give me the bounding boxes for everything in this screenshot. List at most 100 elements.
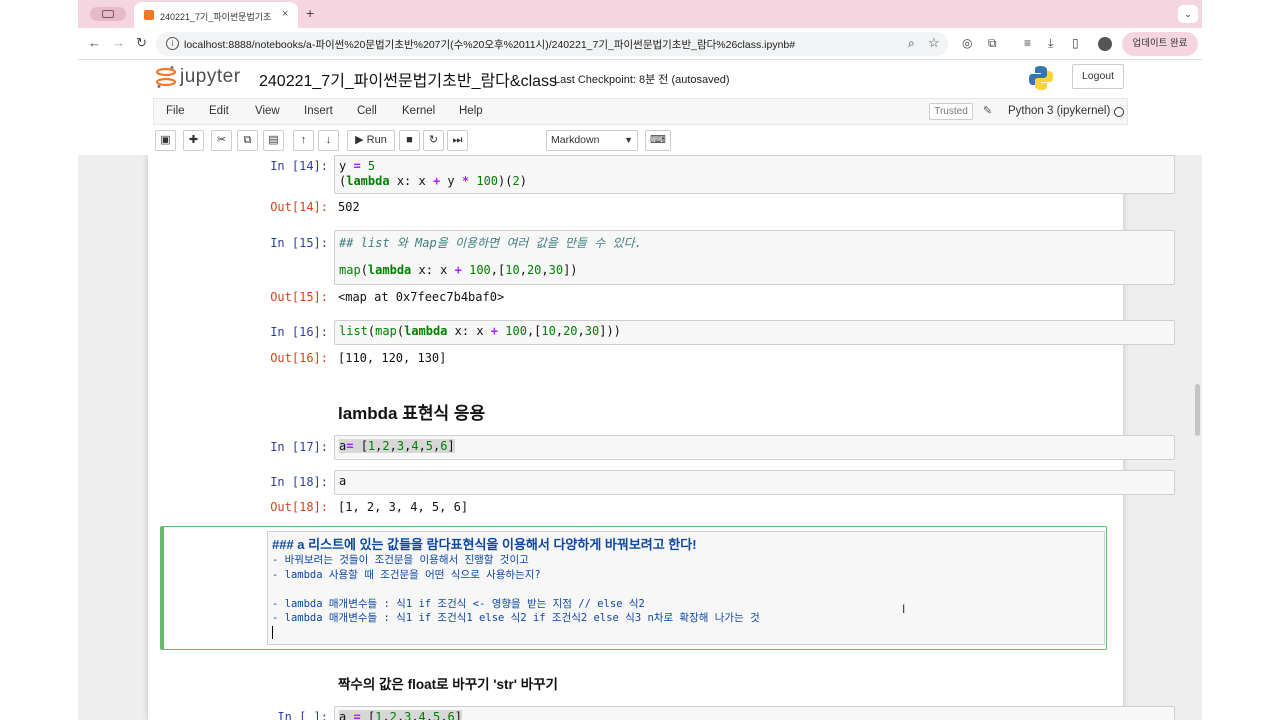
interrupt-button[interactable]: ■ (399, 130, 420, 151)
code-line: y = 5 (339, 159, 376, 173)
download-icon[interactable]: ⤓ (1048, 36, 1053, 51)
copy-button[interactable]: ⧉ (237, 130, 258, 151)
checkpoint-status: Last Checkpoint: 8분 전 (autosaved) (554, 74, 730, 86)
notebook-area: In [14]: y = 5 (lambda x: x + y * 100)(2… (78, 155, 1202, 720)
code-line: list(map(lambda x: x + 100,[10,20,30])) (339, 324, 621, 338)
markdown-subheading[interactable]: 짝수의 값은 float로 바꾸기 'str' 바꾸기 (338, 673, 558, 693)
code-cell-14[interactable]: y = 5 (lambda x: x + y * 100)(2) (334, 155, 1175, 194)
code-cell-16[interactable]: list(map(lambda x: x + 100,[10,20,30])) (334, 320, 1175, 345)
in-prompt: In [ ]: (277, 710, 328, 720)
tab-strip: 240221_7기_파이썬문법기초반_람다... × + ⌄ (78, 0, 1202, 28)
sidebar-toggle-button[interactable] (90, 7, 126, 21)
cell-output: <map at 0x7feec7b4baf0> (338, 290, 505, 304)
cell-output: 502 (338, 200, 360, 214)
menu-cell[interactable]: Cell (357, 105, 377, 117)
code-cell-15[interactable]: ## list 와 Map을 이용하면 여러 값을 만들 수 있다. map(l… (334, 230, 1175, 285)
omnibox[interactable]: i localhost:8888/notebooks/a-파이썬%20문법기초반… (156, 32, 948, 56)
save-icon: ▣ (160, 134, 171, 146)
insert-cell-button[interactable]: ✚ (183, 130, 204, 151)
jupyter-logo-text[interactable]: jupyter (180, 66, 241, 88)
tab-search-icon[interactable]: ⌄ (1178, 5, 1198, 23)
reload-icon[interactable]: ↻ (136, 35, 147, 51)
cell-type-value: Markdown (551, 134, 600, 146)
ibeam-cursor-icon: I (902, 602, 906, 616)
kernel-idle-indicator-icon (1114, 107, 1124, 117)
browser-tab[interactable]: 240221_7기_파이썬문법기초반_람다... × (134, 2, 298, 28)
bookmark-star-icon[interactable]: ☆ (928, 35, 940, 51)
site-info-icon[interactable]: i (166, 37, 179, 50)
cell-type-select[interactable]: Markdown ▼ (546, 130, 638, 151)
jupyter-header: jupyter 240221_7기_파이썬문법기초반_람다&class Last… (78, 60, 1202, 97)
cut-button[interactable]: ✂ (211, 130, 232, 151)
copy-icon: ⧉ (243, 134, 252, 146)
plus-icon: ✚ (188, 134, 199, 146)
code-line: a (339, 474, 347, 488)
markdown-line (272, 582, 1100, 597)
profile-avatar[interactable] (1098, 37, 1112, 51)
save-button[interactable]: ▣ (155, 130, 176, 151)
jupyter-favicon-icon (144, 10, 154, 20)
code-line: a= [1,2,3,4,5,6] (339, 439, 455, 453)
menu-kernel[interactable]: Kernel (402, 105, 435, 117)
markdown-editor[interactable]: ### a 리스트에 있는 값들을 람다표현식을 이용해서 다양하게 바꿔보려고… (267, 531, 1105, 645)
out-prompt: Out[16]: (270, 351, 328, 365)
menu-view[interactable]: View (255, 105, 280, 117)
out-prompt: Out[14]: (270, 200, 328, 214)
browser-window: 240221_7기_파이썬문법기초반_람다... × + ⌄ ← → ↻ i l… (78, 0, 1202, 720)
menu-file[interactable]: File (166, 105, 185, 117)
run-label: Run (366, 134, 387, 146)
code-cell-17[interactable]: a= [1,2,3,4,5,6] (334, 435, 1175, 460)
move-up-button[interactable]: ↑ (293, 130, 314, 151)
markdown-edit-cell[interactable]: ### a 리스트에 있는 값들을 람다표현식을 이용해서 다양하게 바꿔보려고… (160, 526, 1107, 650)
update-button[interactable]: 업데이트 완료 (1122, 32, 1198, 56)
code-line: map(lambda x: x + 100,[10,20,30]) (339, 263, 578, 277)
move-down-button[interactable]: ↓ (318, 130, 339, 151)
address-bar-row: ← → ↻ i localhost:8888/notebooks/a-파이썬%2… (78, 28, 1202, 60)
play-icon: ▶ (355, 134, 364, 146)
kernel-name[interactable]: Python 3 (ipykernel) (1008, 105, 1110, 117)
menu-insert[interactable]: Insert (304, 105, 333, 117)
restart-button[interactable]: ↻ (423, 130, 444, 151)
url-text[interactable]: localhost:8888/notebooks/a-파이썬%20문법기초반%2… (184, 37, 795, 52)
markdown-line: - lambda 사용할 때 조건문을 어떤 식으로 사용하는지? (272, 568, 541, 581)
code-line: (lambda x: x + y * 100)(2) (339, 174, 527, 188)
reading-glasses-icon[interactable]: ◎ (962, 36, 972, 50)
logout-button[interactable]: Logout (1072, 64, 1124, 89)
code-cell-next[interactable]: a = [1,2,3,4,5,6] (334, 706, 1175, 720)
scrollbar-thumb[interactable] (1195, 384, 1200, 436)
left-margin (0, 0, 78, 720)
menu-edit[interactable]: Edit (209, 105, 229, 117)
menu-help[interactable]: Help (459, 105, 483, 117)
out-prompt: Out[15]: (270, 290, 328, 304)
in-prompt: In [16]: (270, 325, 328, 339)
paste-icon: ▤ (268, 134, 279, 146)
back-icon[interactable]: ← (88, 35, 101, 50)
cell-output: [110, 120, 130] (338, 351, 447, 365)
notebook-title[interactable]: 240221_7기_파이썬문법기초반_람다&class (259, 67, 557, 91)
markdown-line: - 바꿔보려는 것들이 조건문을 이용해서 진행할 것이고 (272, 554, 529, 566)
notebook-container: In [14]: y = 5 (lambda x: x + y * 100)(2… (148, 155, 1175, 720)
run-button[interactable]: ▶ Run (347, 130, 395, 151)
out-prompt: Out[18]: (270, 500, 328, 514)
fast-forward-icon: ⏭ (452, 134, 463, 146)
in-prompt: In [18]: (270, 475, 328, 489)
forward-icon[interactable]: → (112, 35, 125, 50)
arrow-down-icon: ↓ (325, 134, 332, 146)
right-margin (1202, 0, 1280, 720)
reading-list-icon[interactable]: ≡ (1024, 36, 1031, 50)
tab-close-icon[interactable]: × (282, 8, 288, 20)
command-palette-button[interactable]: ⌨ (645, 130, 671, 151)
new-tab-icon[interactable]: + (306, 5, 314, 21)
zoom-icon[interactable]: ⌕ (908, 36, 915, 51)
code-cell-18[interactable]: a (334, 470, 1175, 495)
jupyter-logo-icon[interactable] (156, 65, 176, 89)
trusted-badge[interactable]: Trusted (929, 103, 973, 120)
extensions-icon[interactable]: ⧉ (988, 36, 997, 51)
text-cursor (272, 625, 1100, 641)
side-panel-icon[interactable]: ▯ (1072, 36, 1079, 50)
markdown-line: - lambda 매개변수들 : 식1 if 조건식1 else 식2 if 조… (272, 612, 760, 624)
paste-button[interactable]: ▤ (263, 130, 284, 151)
markdown-heading[interactable]: lambda 표현식 응용 (338, 399, 485, 424)
restart-run-all-button[interactable]: ⏭ (447, 130, 468, 151)
